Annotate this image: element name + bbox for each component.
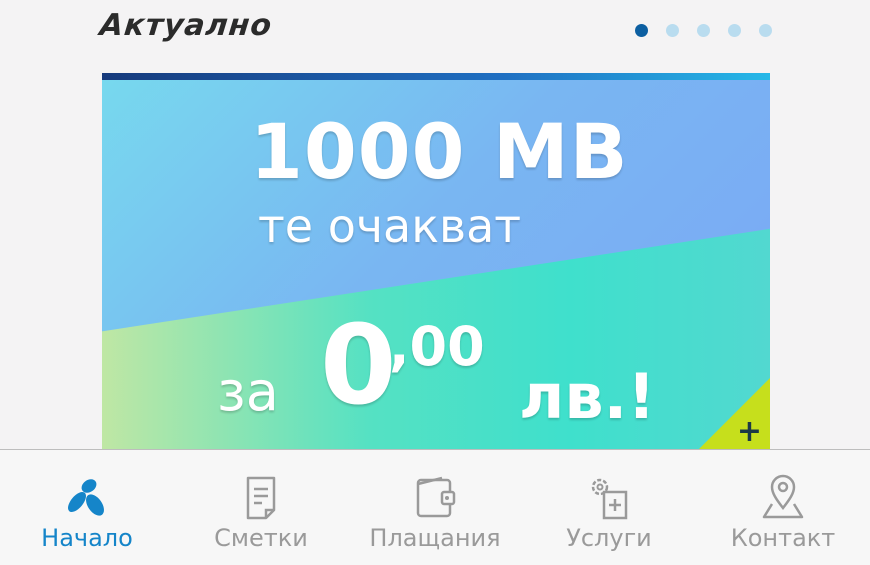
banner-price-suffix: лв.! — [519, 360, 656, 433]
services-icon — [591, 478, 628, 520]
nav-label-bills: Сметки — [214, 524, 308, 552]
nav-label-payments: Плащания — [369, 524, 501, 552]
nav-label-services: Услуги — [566, 524, 652, 552]
header: Актуално — [0, 0, 870, 72]
telenor-logo-icon — [68, 479, 104, 516]
nav-item-bills[interactable]: Сметки — [174, 450, 348, 565]
bottom-navigation: Начало Сметки Плащания Услуги Контакт — [0, 449, 870, 565]
nav-item-payments[interactable]: Плащания — [348, 450, 522, 565]
banner-top-line — [102, 73, 770, 80]
banner-subline: те очакват — [258, 199, 522, 253]
carousel-dot-4[interactable] — [728, 24, 741, 37]
nav-item-services[interactable]: Услуги — [522, 450, 696, 565]
banner-price-main: 0 — [320, 301, 397, 429]
wallet-icon — [416, 476, 456, 518]
section-title: Актуално — [98, 8, 274, 43]
banner-price-decimal: ,00 — [389, 315, 485, 378]
carousel-dot-3[interactable] — [697, 24, 710, 37]
carousel-dots — [635, 24, 772, 37]
carousel-dot-2[interactable] — [666, 24, 679, 37]
nav-label-contact: Контакт — [730, 524, 836, 552]
nav-item-home[interactable]: Начало — [0, 450, 174, 565]
promo-banner[interactable]: 1000 MB те очакват за 0 ,00 лв.! + — [102, 73, 770, 453]
nav-item-contact[interactable]: Контакт — [696, 450, 870, 565]
bill-icon — [246, 476, 276, 520]
location-pin-icon — [762, 474, 804, 519]
plus-icon[interactable]: + — [737, 414, 762, 449]
banner-headline: 1000 MB — [250, 107, 629, 196]
banner-price-prefix: за — [217, 360, 279, 423]
carousel-dot-1[interactable] — [635, 24, 648, 37]
nav-label-home: Начало — [41, 524, 133, 552]
carousel-dot-5[interactable] — [759, 24, 772, 37]
